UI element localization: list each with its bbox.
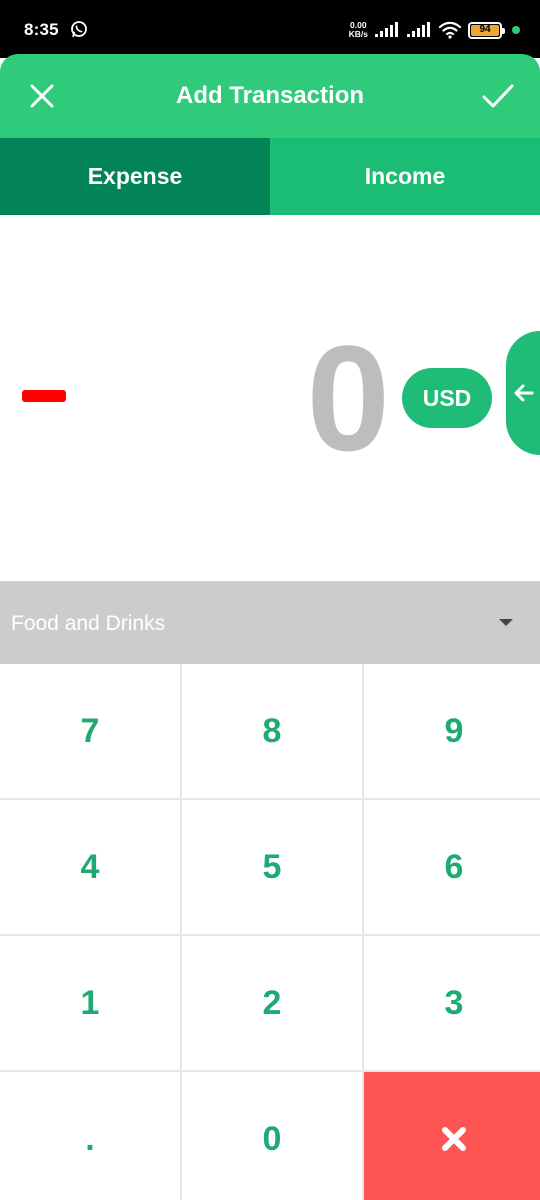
notification-dot <box>512 26 520 34</box>
key-4[interactable]: 4 <box>0 800 180 934</box>
delete-x-icon <box>442 1127 466 1151</box>
whatsapp-icon <box>71 21 87 38</box>
key-6[interactable]: 6 <box>364 800 540 934</box>
net-speed: 0.00 KB/s <box>349 21 368 39</box>
confirm-button[interactable] <box>478 76 518 116</box>
battery-tip <box>502 27 505 34</box>
battery-level: 94 <box>471 24 499 36</box>
tab-expense[interactable]: Expense <box>0 138 270 215</box>
signal-icon <box>375 22 398 37</box>
wifi-icon <box>438 21 462 39</box>
delete-key[interactable] <box>364 1072 540 1200</box>
key-decimal[interactable]: . <box>0 1072 180 1200</box>
amount-value: 0 <box>306 314 390 482</box>
category-selected: Food and Drinks <box>11 612 166 635</box>
key-3[interactable]: 3 <box>364 936 540 1070</box>
tab-income[interactable]: Income <box>270 138 540 215</box>
signal-icon <box>407 22 430 37</box>
key-1[interactable]: 1 <box>0 936 180 1070</box>
page-title: Add Transaction <box>175 82 365 109</box>
net-speed-unit: KB/s <box>348 29 368 39</box>
dropdown-arrow-icon <box>499 619 513 626</box>
transaction-type-tabs: Expense Income <box>0 138 540 215</box>
status-bar: 8:35 0.00 KB/s 94 <box>0 0 540 58</box>
currency-button[interactable]: USD <box>402 368 492 428</box>
numeric-keypad: 7 8 9 4 5 6 1 2 3 . 0 <box>0 664 540 1200</box>
check-icon <box>482 84 514 108</box>
battery-icon: 94 <box>468 21 505 39</box>
key-9[interactable]: 9 <box>364 664 540 798</box>
app-bar: Add Transaction <box>0 54 540 138</box>
category-dropdown[interactable]: Food and Drinks <box>0 581 540 664</box>
battery-percent: 94 <box>479 24 491 35</box>
key-2[interactable]: 2 <box>182 936 362 1070</box>
key-5[interactable]: 5 <box>182 800 362 934</box>
arrow-left-icon <box>514 384 534 402</box>
key-8[interactable]: 8 <box>182 664 362 798</box>
key-7[interactable]: 7 <box>0 664 180 798</box>
key-0[interactable]: 0 <box>182 1072 362 1200</box>
status-time: 8:35 <box>24 20 59 39</box>
amount-display: 0 USD <box>0 215 540 581</box>
backspace-button[interactable] <box>506 331 540 455</box>
status-indicators: 0.00 KB/s 94 <box>349 18 520 42</box>
minus-sign-icon <box>22 390 66 402</box>
